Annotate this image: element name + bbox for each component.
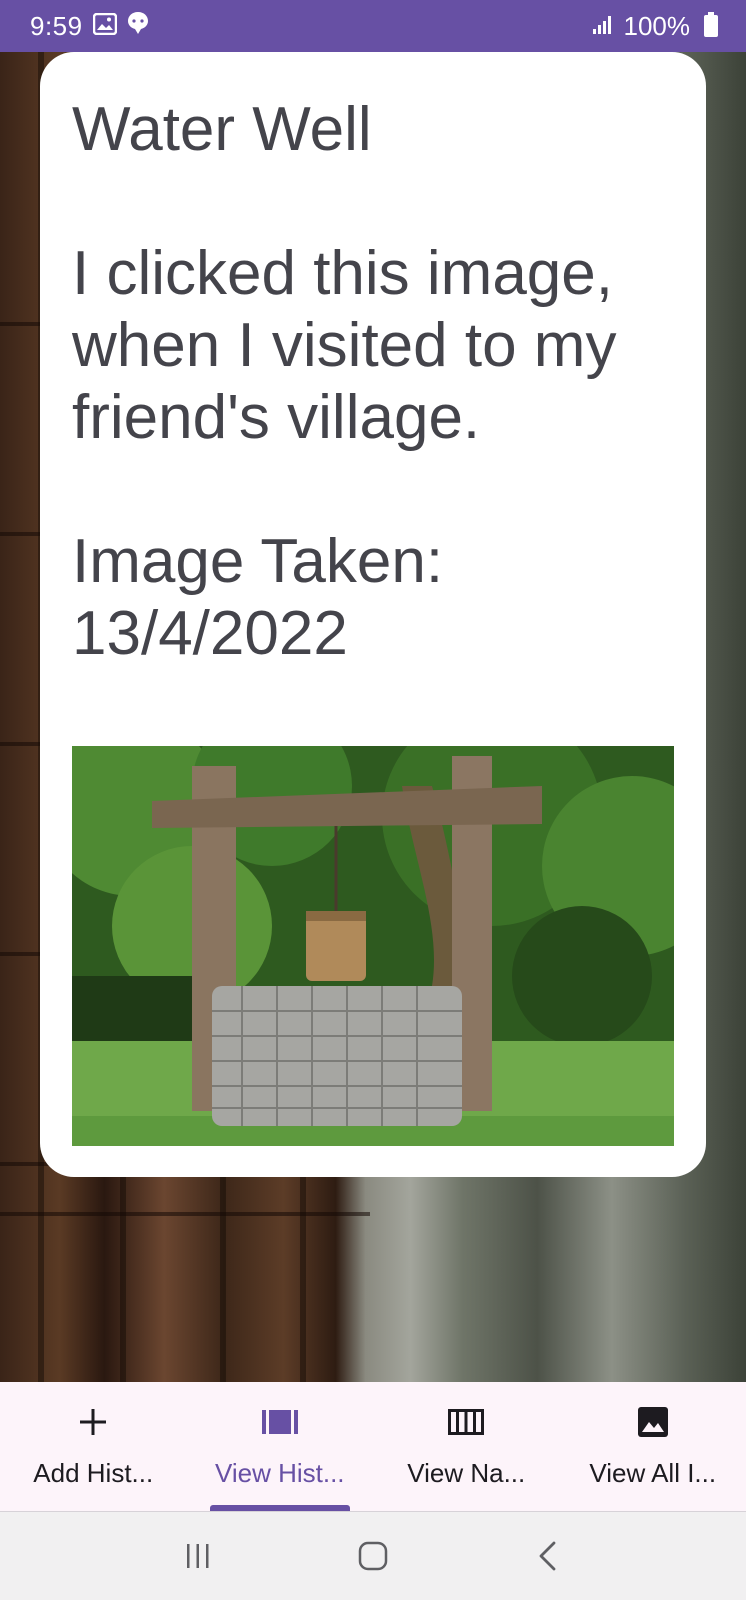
bottom-navigation: Add Hist... View Hist... View Na... View… (0, 1382, 746, 1512)
add-icon (73, 1402, 113, 1442)
water-well-photo (72, 746, 674, 1146)
status-right: 100% (592, 10, 718, 42)
status-left: 9:59 (30, 11, 149, 42)
battery-level: 100% (623, 10, 691, 41)
history-card: Water Well I clicked this image, when I … (40, 52, 706, 1177)
view-column-icon (446, 1402, 486, 1442)
home-icon[interactable] (343, 1526, 403, 1586)
nav-view-all-images-label: View All I... (589, 1458, 717, 1488)
view-history-icon (260, 1402, 300, 1442)
chat-bubble-icon (127, 11, 149, 42)
system-navigation-bar (0, 1512, 746, 1600)
gallery-icon (92, 11, 117, 42)
nav-add-history-label: Add Hist... (33, 1458, 154, 1488)
nav-add-history[interactable]: Add Hist... (0, 1382, 187, 1511)
signal-icon (592, 11, 614, 42)
nav-view-natural-label: View Na... (407, 1458, 526, 1488)
status-time: 9:59 (30, 10, 83, 41)
recents-icon[interactable] (168, 1526, 228, 1586)
history-description: Water Well I clicked this image, when I … (72, 95, 617, 668)
nav-view-all-images[interactable]: View All I... (560, 1382, 746, 1511)
active-tab-indicator (209, 1505, 350, 1511)
status-bar: 9:59 100% (0, 0, 746, 52)
image-icon (633, 1402, 673, 1442)
battery-icon (704, 12, 718, 37)
nav-view-history-label: View Hist... (214, 1458, 345, 1488)
nav-view-natural[interactable]: View Na... (373, 1382, 560, 1511)
nav-view-history[interactable]: View Hist... (187, 1382, 374, 1511)
back-icon[interactable] (518, 1526, 578, 1586)
